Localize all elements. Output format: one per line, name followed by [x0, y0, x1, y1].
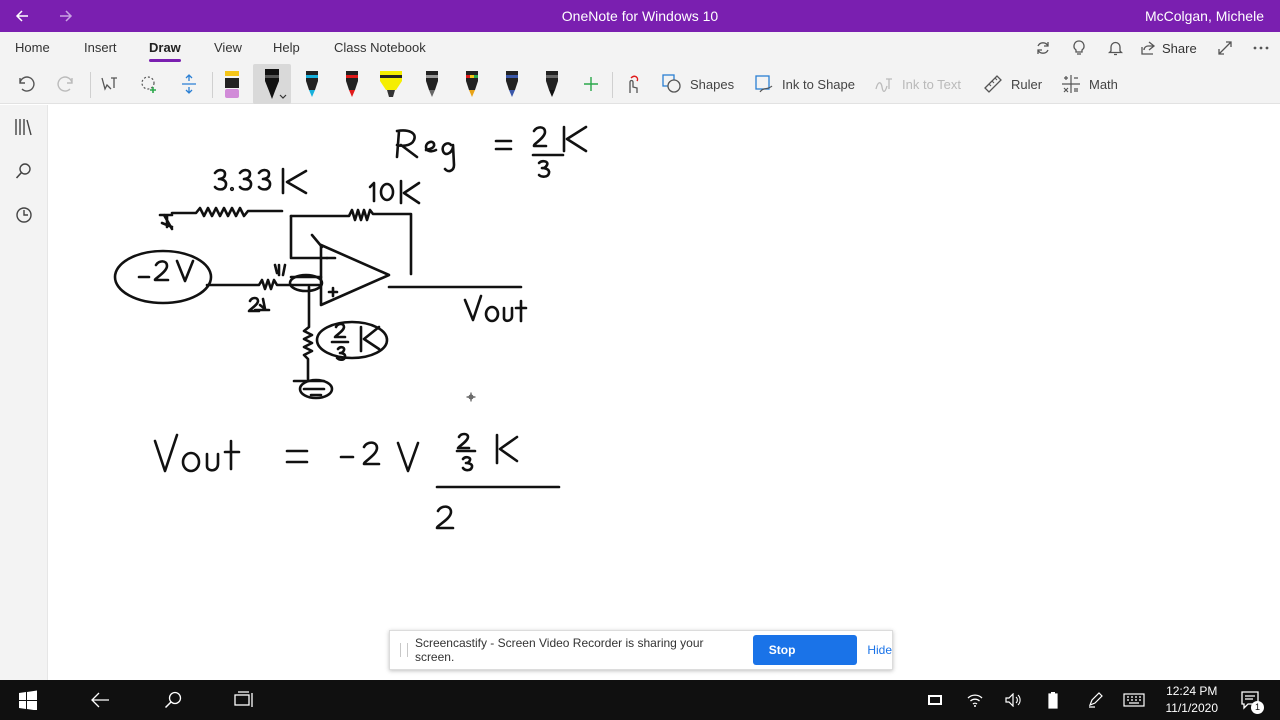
- ink-to-shape-button[interactable]: Ink to Shape: [754, 64, 864, 104]
- math-button[interactable]: Math: [1061, 64, 1125, 104]
- add-space-icon[interactable]: [175, 64, 203, 104]
- notification-badge: 1: [1251, 701, 1264, 714]
- expand-icon[interactable]: [1212, 32, 1238, 64]
- user-name[interactable]: McColgan, Michele: [1145, 0, 1264, 32]
- clock-time: 12:24 PM: [1166, 684, 1218, 698]
- share-label: Share: [1162, 40, 1197, 56]
- tab-class-notebook[interactable]: Class Notebook: [334, 32, 426, 64]
- ink-label-10k: [368, 179, 421, 205]
- galaxy-pen-icon[interactable]: [420, 64, 444, 104]
- type-select-icon[interactable]: [95, 64, 123, 104]
- taskbar-search-icon[interactable]: [151, 680, 195, 720]
- task-view-icon[interactable]: [222, 680, 266, 720]
- sync-icon[interactable]: [1030, 32, 1056, 64]
- ink-to-text-label: Ink to Text: [902, 76, 962, 92]
- tablet-mode-icon[interactable]: [922, 680, 948, 720]
- ink-label-3-33k: [213, 167, 308, 195]
- ruler-label: Ruler: [1011, 76, 1043, 92]
- ruler-icon: [984, 75, 1002, 93]
- wifi-icon[interactable]: [962, 680, 988, 720]
- add-pen-icon[interactable]: [578, 64, 604, 104]
- note-canvas[interactable]: [49, 105, 1280, 680]
- shapes-label: Shapes: [690, 76, 735, 92]
- ruler-button[interactable]: Ruler: [983, 64, 1047, 104]
- black-pen-icon[interactable]: [253, 64, 291, 104]
- shapes-icon: [662, 74, 681, 93]
- notebooks-icon[interactable]: [0, 107, 48, 147]
- draw-toolbar: Shapes Ink to Shape Ink to Text Ruler Ma…: [0, 64, 1280, 104]
- redo-icon[interactable]: [52, 64, 80, 104]
- ocean-pen-icon[interactable]: [500, 64, 524, 104]
- lasso-select-icon[interactable]: [135, 64, 163, 104]
- math-label: Math: [1089, 76, 1118, 92]
- battery-icon[interactable]: [1040, 680, 1066, 720]
- pink-highlighter-icon[interactable]: [219, 64, 245, 104]
- cyan-pen-icon[interactable]: [300, 64, 324, 104]
- math-icon: [1062, 75, 1080, 93]
- shapes-button[interactable]: Shapes: [662, 64, 742, 104]
- volume-icon[interactable]: [1000, 680, 1026, 720]
- ink-req-equation: [395, 125, 588, 178]
- ink-to-text-icon: [875, 78, 892, 93]
- red-pen-icon[interactable]: [340, 64, 364, 104]
- tab-insert[interactable]: Insert: [84, 32, 117, 64]
- pen-workspace-icon[interactable]: [1082, 680, 1108, 720]
- taskbar-back-icon[interactable]: [78, 680, 122, 720]
- rainbow-pen-icon[interactable]: [460, 64, 484, 104]
- handwritten-ink-drawing: [113, 125, 588, 530]
- recent-clock-icon[interactable]: [0, 195, 48, 235]
- more-options-icon[interactable]: [1248, 32, 1274, 64]
- left-rail: [0, 105, 48, 680]
- ink-to-shape-label: Ink to Shape: [782, 76, 855, 92]
- tab-home[interactable]: Home: [15, 32, 50, 64]
- bell-icon[interactable]: [1102, 32, 1128, 64]
- share-button[interactable]: Share: [1140, 32, 1200, 64]
- keyboard-icon[interactable]: [1120, 680, 1148, 720]
- windows-taskbar: 12:24 PM 11/1/2020 1: [0, 680, 1280, 720]
- hide-banner-button[interactable]: Hide: [867, 643, 892, 657]
- clock-date: 11/1/2020: [1165, 701, 1219, 715]
- notification-center-icon[interactable]: 1: [1230, 680, 1270, 720]
- touch-drawing-icon[interactable]: [619, 64, 645, 104]
- lightbulb-icon[interactable]: [1066, 32, 1092, 64]
- black-pen-2-icon[interactable]: [540, 64, 564, 104]
- ink-to-text-button[interactable]: Ink to Text: [874, 64, 974, 104]
- ink-to-shape-icon: [755, 75, 773, 93]
- system-clock[interactable]: 12:24 PM 11/1/2020: [1166, 683, 1219, 717]
- window-title: OneNote for Windows 10: [561, 8, 719, 24]
- undo-icon[interactable]: [12, 64, 40, 104]
- ink-vout-equation: [153, 432, 561, 530]
- yellow-highlighter-icon[interactable]: [376, 64, 406, 104]
- stop-sharing-button[interactable]: Stop sharing: [752, 635, 858, 687]
- drag-handle[interactable]: [400, 643, 408, 657]
- share-icon: [1141, 41, 1156, 55]
- tab-draw[interactable]: Draw: [149, 32, 181, 64]
- tab-view[interactable]: View: [214, 32, 242, 64]
- title-bar: OneNote for Windows 10 McColgan, Michele: [0, 0, 1280, 32]
- screen-sharing-banner: Screencastify - Screen Video Recorder is…: [389, 630, 893, 687]
- windows-start-icon[interactable]: [6, 680, 50, 720]
- search-icon[interactable]: [0, 151, 48, 191]
- sharing-message: Screencastify - Screen Video Recorder is…: [414, 636, 704, 664]
- tab-help[interactable]: Help: [273, 32, 300, 64]
